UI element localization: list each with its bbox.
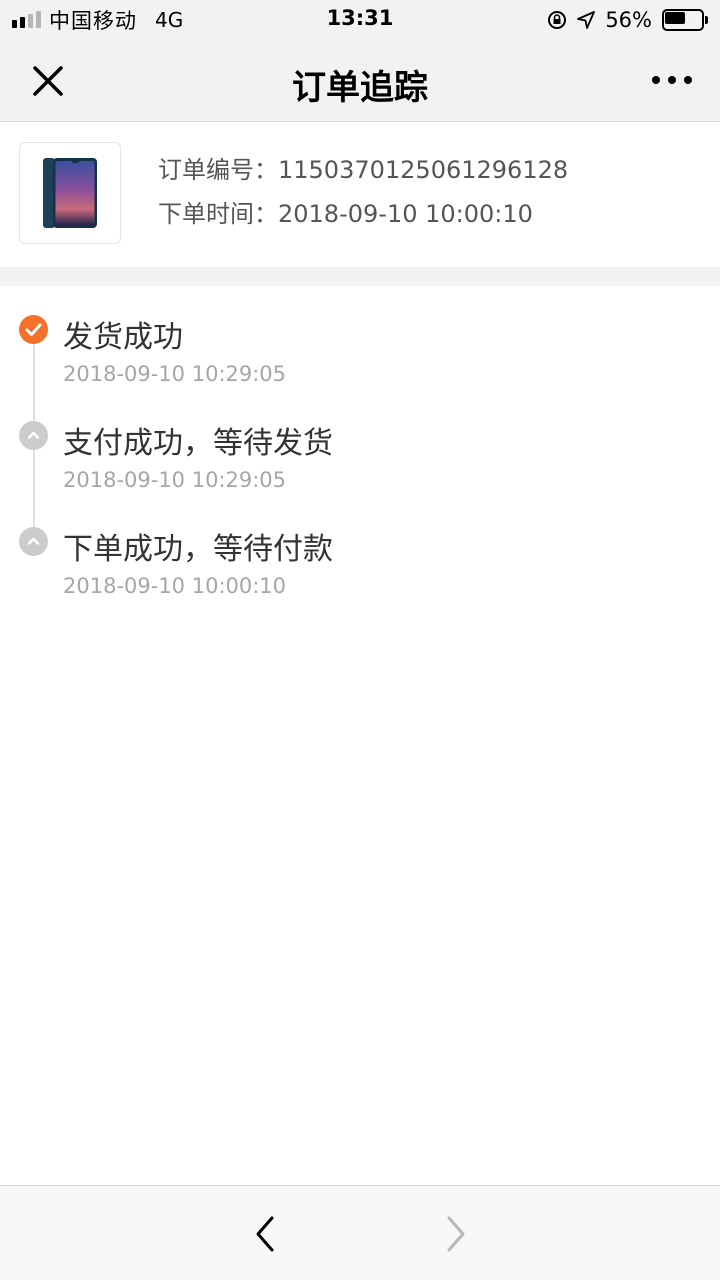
order-time-value: 2018-09-10 10:00:10 (278, 200, 533, 228)
timeline-item-title: 下单成功，等待付款 (63, 532, 333, 567)
battery-icon (662, 9, 708, 31)
timeline-item-time: 2018-09-10 10:29:05 (63, 362, 287, 386)
battery-percent: 56% (605, 8, 652, 32)
chevron-up-circle-icon (19, 527, 48, 556)
chevron-up-circle-icon (19, 421, 48, 450)
timeline-item: 下单成功，等待付款 2018-09-10 10:00:10 (0, 498, 720, 598)
timeline-item-title: 发货成功 (63, 320, 183, 355)
timeline-item-title: 支付成功，等待发货 (63, 426, 333, 461)
phone-image-icon (43, 158, 97, 228)
check-circle-icon (19, 315, 48, 344)
timeline-item-time: 2018-09-10 10:29:05 (63, 468, 287, 492)
order-header: 订单编号：1150370125061296128 下单时间：2018-09-10… (0, 123, 720, 267)
order-time-label: 下单时间： (158, 200, 278, 228)
timeline-item: 支付成功，等待发货 2018-09-10 10:29:05 (0, 392, 720, 492)
product-thumbnail[interactable] (19, 142, 121, 244)
timeline-item: 发货成功 2018-09-10 10:29:05 (0, 286, 720, 386)
location-arrow-icon (577, 11, 596, 29)
order-number-row: 订单编号：1150370125061296128 (158, 153, 568, 197)
chevron-left-icon[interactable] (246, 1212, 286, 1256)
order-time-row: 下单时间：2018-09-10 10:00:10 (158, 197, 568, 241)
chevron-right-icon[interactable] (436, 1212, 476, 1256)
status-bar: 中国移动 4G 13:31 56% (0, 0, 720, 40)
page: 中国移动 4G 13:31 56% 订单追踪 订单编号：115037012506… (0, 0, 720, 1280)
order-number-label: 订单编号： (158, 156, 278, 184)
order-number-value: 1150370125061296128 (278, 156, 569, 184)
nav-bar: 订单追踪 (0, 40, 720, 122)
section-divider (0, 267, 720, 286)
timeline-item-time: 2018-09-10 10:00:10 (63, 574, 287, 598)
status-right: 56% (547, 7, 708, 33)
bottom-toolbar (0, 1185, 720, 1280)
page-title: 订单追踪 (292, 68, 428, 108)
rotation-lock-icon (548, 11, 567, 29)
order-info: 订单编号：1150370125061296128 下单时间：2018-09-10… (158, 153, 568, 241)
more-icon[interactable] (652, 70, 692, 90)
